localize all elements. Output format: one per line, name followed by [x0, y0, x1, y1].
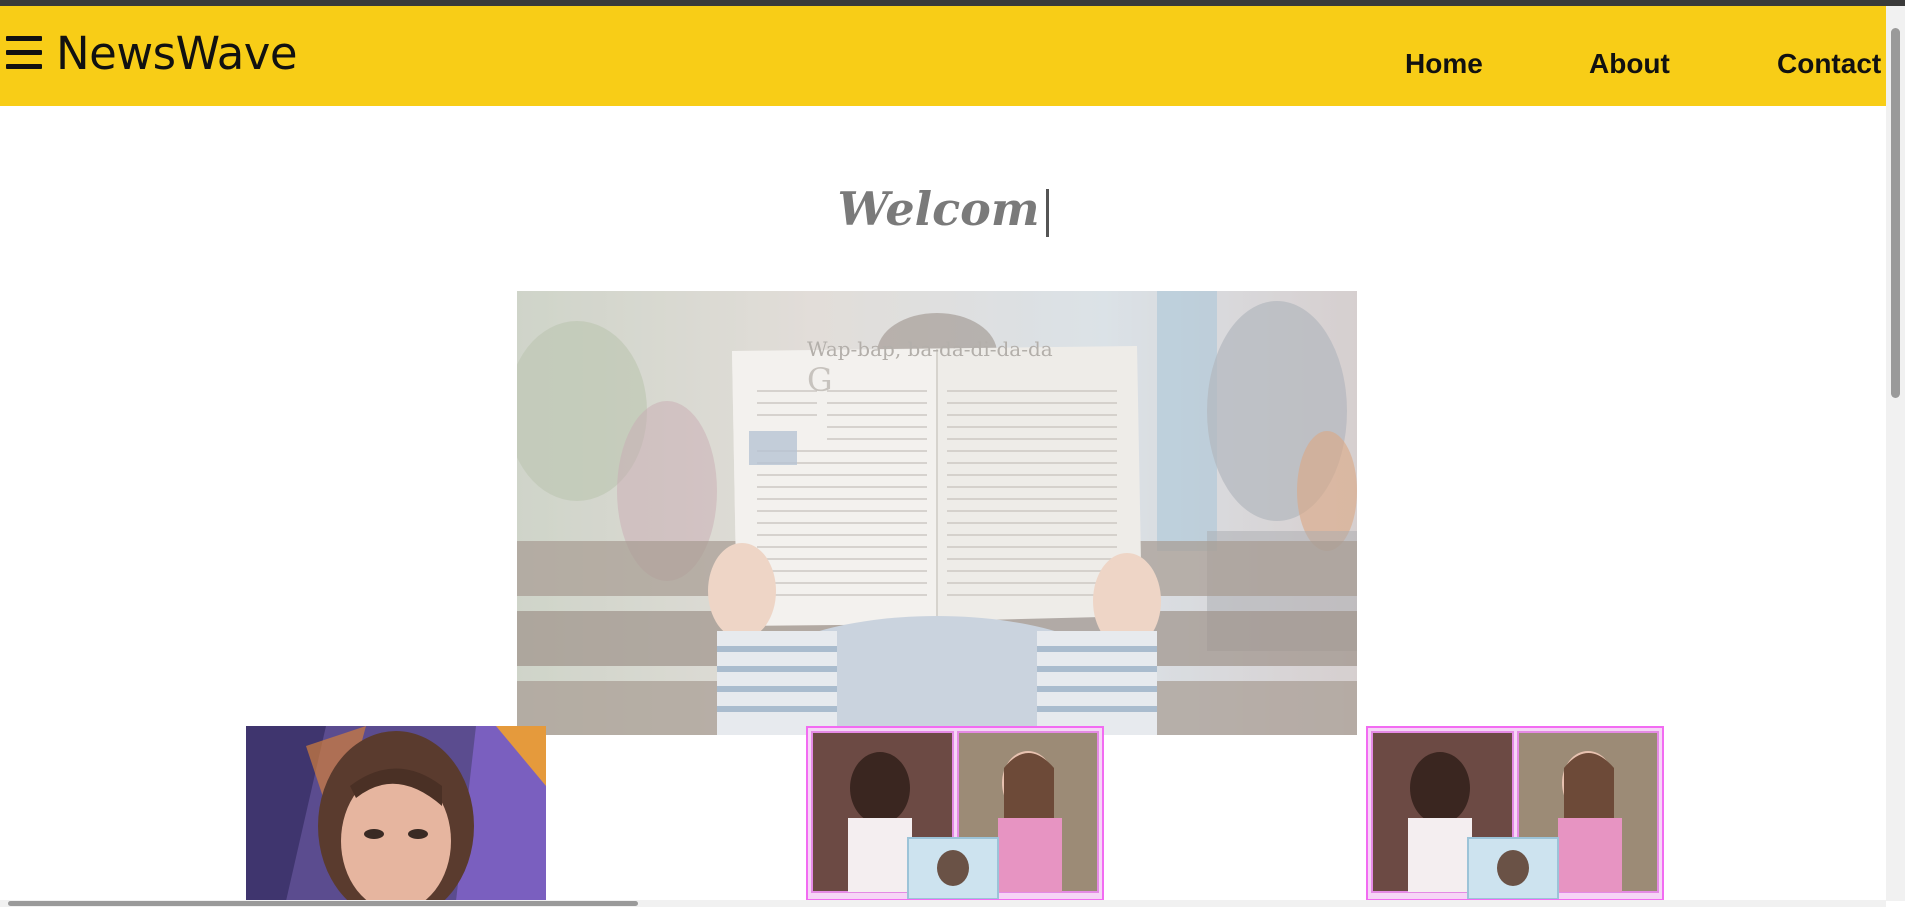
hero-image: Wap-bap, ba-da-di-da-da G [517, 291, 1357, 735]
welcome-heading: Welcom [0, 182, 1886, 237]
newspaper-reader-photo: Wap-bap, ba-da-di-da-da G [517, 291, 1357, 735]
news-card-1-image[interactable] [246, 726, 546, 901]
horizontal-scrollbar[interactable] [0, 900, 1886, 907]
nav-home[interactable]: Home [1405, 48, 1483, 80]
vertical-scrollbar[interactable] [1886, 6, 1905, 901]
horizontal-scrollbar-thumb[interactable] [8, 901, 638, 906]
typing-cursor [1045, 189, 1049, 237]
brand-logo[interactable]: NewsWave [56, 28, 298, 80]
nav-contact[interactable]: Contact [1777, 48, 1881, 80]
news-card-3-image[interactable] [1368, 728, 1662, 899]
site-header: NewsWave Home About Contact [0, 6, 1886, 106]
nav-about[interactable]: About [1589, 48, 1670, 80]
news-card-2[interactable] [806, 726, 1104, 901]
welcome-text: Welcom [837, 182, 1040, 236]
news-card-1[interactable] [246, 726, 546, 901]
vertical-scrollbar-thumb[interactable] [1891, 28, 1900, 398]
news-card-2-image[interactable] [808, 728, 1102, 899]
hamburger-menu-icon[interactable] [6, 36, 42, 70]
news-card-3[interactable] [1366, 726, 1664, 901]
